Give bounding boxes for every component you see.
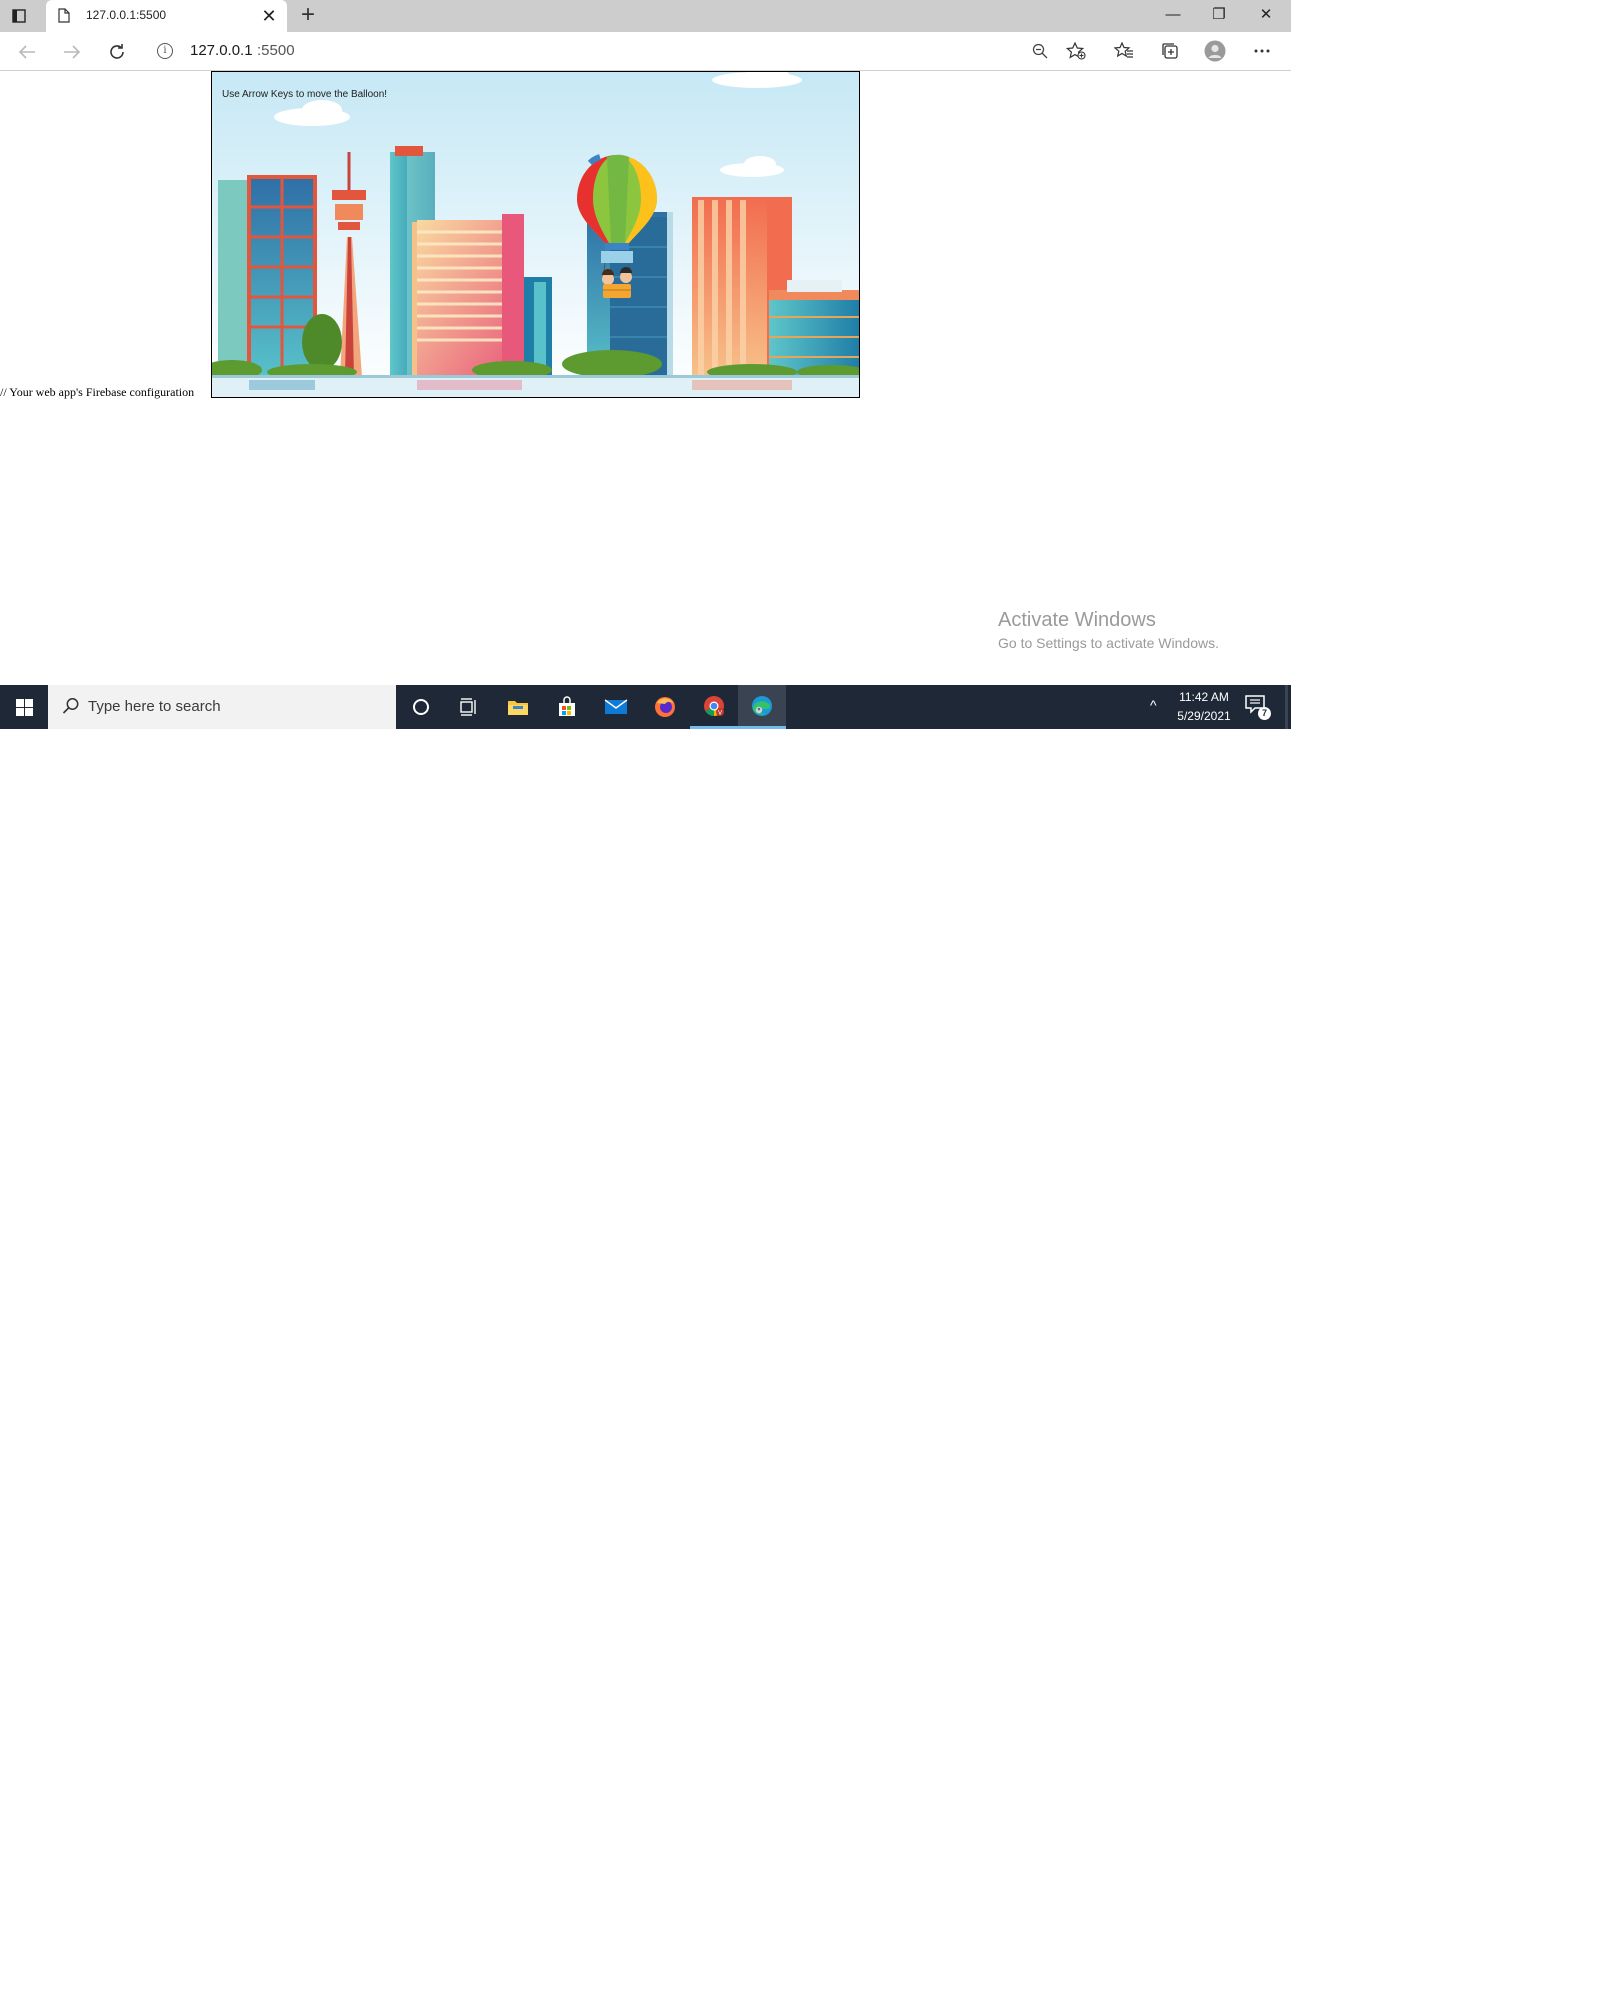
start-button[interactable] [0, 685, 48, 729]
task-view-icon[interactable] [445, 685, 493, 729]
cortana-icon[interactable] [397, 685, 445, 729]
firebase-comment-text: // Your web app's Firebase configuration [0, 385, 195, 399]
edge-icon[interactable] [738, 685, 786, 729]
close-window-button[interactable]: ✕ [1244, 0, 1288, 30]
url-port: :5500 [257, 42, 295, 59]
taskbar-search-box[interactable]: Type here to search [48, 685, 396, 729]
windows-logo-icon [15, 698, 33, 716]
activate-windows-subtitle: Go to Settings to activate Windows. [998, 635, 1219, 651]
game-canvas[interactable]: Use Arrow Keys to move the Balloon! [211, 71, 860, 398]
search-icon [62, 698, 79, 714]
mail-icon[interactable] [592, 685, 640, 729]
screen: 127.0.0.1:5500 ✕ + — ❐ ✕ i 127.0.0.1 :55… [0, 0, 1291, 729]
notification-count-badge: 7 [1258, 707, 1271, 720]
tab-title: 127.0.0.1:5500 [86, 8, 167, 22]
search-placeholder: Type here to search [88, 698, 221, 715]
refresh-icon [110, 44, 124, 59]
more-icon[interactable] [1250, 39, 1274, 63]
new-tab-button[interactable]: + [296, 3, 320, 27]
add-favorite-icon[interactable] [1064, 39, 1088, 63]
page-icon [58, 8, 72, 24]
file-explorer-icon[interactable] [494, 685, 542, 729]
left-tower [218, 175, 317, 379]
browser-tab[interactable]: 127.0.0.1:5500 ✕ [46, 0, 287, 32]
back-button[interactable] [14, 39, 40, 65]
browser-toolbar: i 127.0.0.1 :5500 [0, 32, 1291, 71]
forward-arrow-icon [64, 45, 81, 59]
site-info-icon[interactable]: i [157, 43, 173, 59]
collections-icon[interactable] [1158, 39, 1182, 63]
minimize-button[interactable]: — [1151, 0, 1195, 30]
refresh-button[interactable] [104, 39, 130, 65]
forward-button[interactable] [59, 39, 85, 65]
clock-time[interactable]: 11:42 AM [1178, 690, 1230, 704]
action-center-icon[interactable]: 7 [1244, 693, 1272, 721]
city-scene [212, 72, 859, 397]
game-instruction-text: Use Arrow Keys to move the Balloon! [222, 89, 388, 100]
url-host: 127.0.0.1 [190, 42, 253, 59]
clock-date[interactable]: 5/29/2021 [1172, 709, 1236, 723]
address-bar[interactable]: i 127.0.0.1 :5500 [143, 36, 1098, 66]
zoom-out-icon[interactable] [1028, 39, 1052, 63]
chrome-icon[interactable]: V [690, 685, 738, 729]
favorites-icon[interactable] [1112, 39, 1136, 63]
right-building [769, 280, 859, 377]
activate-windows-title: Activate Windows [998, 609, 1156, 631]
profile-icon[interactable] [1203, 39, 1227, 63]
tab-strip: 127.0.0.1:5500 ✕ + — ❐ ✕ [0, 0, 1291, 32]
tab-actions-icon[interactable] [10, 7, 28, 25]
microsoft-store-icon[interactable] [543, 685, 591, 729]
tray-overflow-chevron-icon[interactable]: ^ [1150, 697, 1157, 713]
tab-close-icon[interactable]: ✕ [259, 6, 279, 26]
taskbar: Type here to search V ^ 11:42 AM 5/29/20… [0, 685, 1291, 729]
firefox-icon[interactable] [641, 685, 689, 729]
restore-button[interactable]: ❐ [1197, 0, 1241, 30]
back-arrow-icon [18, 45, 35, 59]
page-content: // Your web app's Firebase configuration [0, 71, 1291, 685]
show-desktop-button[interactable] [1285, 685, 1288, 729]
